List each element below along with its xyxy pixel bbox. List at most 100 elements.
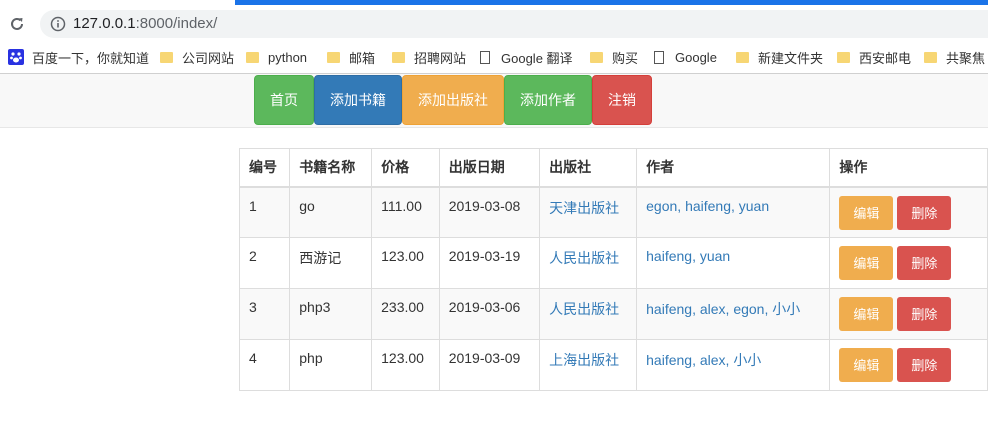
bookmark-label: python <box>268 49 308 65</box>
header-publisher: 出版社 <box>539 148 638 188</box>
add-author-button[interactable]: 添加作者 <box>504 75 592 125</box>
cell-id: 4 <box>238 339 291 391</box>
cell-actions: 编辑 删除 <box>829 237 988 289</box>
delete-button[interactable]: 删除 <box>897 348 952 382</box>
cell-id: 1 <box>238 186 291 238</box>
cell-actions: 编辑 删除 <box>829 186 988 238</box>
bookmark-label: 新建文件夹 <box>758 50 824 66</box>
cell-pub-date: 2019-03-06 <box>438 288 541 340</box>
cell-price: 111.00 <box>371 186 440 238</box>
authors-link[interactable]: haifeng, alex, 小小 <box>646 352 761 368</box>
add-publisher-button[interactable]: 添加出版社 <box>402 75 504 125</box>
folder-icon <box>924 51 937 63</box>
authors-link[interactable]: haifeng, yuan <box>646 248 730 264</box>
cell-price: 123.00 <box>371 339 440 391</box>
bookmark-python[interactable]: python <box>246 48 307 66</box>
bookmark-label: Google 翻译 <box>501 50 573 66</box>
edit-button[interactable]: 编辑 <box>839 348 894 382</box>
books-table: 编号 书籍名称 价格 出版日期 出版社 作者 操作 1 go 111.00 20… <box>238 148 988 391</box>
header-pub-date: 出版日期 <box>438 148 541 188</box>
publisher-link[interactable]: 天津出版社 <box>549 200 619 216</box>
cell-pub-date: 2019-03-09 <box>438 339 541 391</box>
cell-pub-date: 2019-03-08 <box>438 186 541 238</box>
folder-icon <box>392 51 405 63</box>
cell-publisher: 人民出版社 <box>539 288 638 340</box>
cell-actions: 编辑 删除 <box>829 339 988 391</box>
table-row: 2 西游记 123.00 2019-03-19 人民出版社 haifeng, y… <box>238 237 988 289</box>
url-path: :8000/index/ <box>135 15 218 32</box>
table-row: 1 go 111.00 2019-03-08 天津出版社 egon, haife… <box>238 186 988 238</box>
active-tab-indicator <box>235 0 988 5</box>
folder-icon <box>837 51 850 63</box>
cell-id: 2 <box>238 237 291 289</box>
edit-button[interactable]: 编辑 <box>839 195 894 230</box>
baidu-paw-icon <box>8 49 24 65</box>
bookmark-mail[interactable]: 邮箱 <box>327 48 375 66</box>
reload-icon[interactable] <box>8 15 26 33</box>
home-button[interactable]: 首页 <box>254 75 314 125</box>
bookmark-xupt[interactable]: 西安邮电 <box>837 48 911 66</box>
add-book-button[interactable]: 添加书籍 <box>314 75 402 125</box>
edit-button[interactable]: 编辑 <box>839 297 894 331</box>
bookmark-confocal[interactable]: 共聚焦 <box>924 48 985 66</box>
cell-book-name: go <box>289 186 373 238</box>
authors-link[interactable]: egon, haifeng, yuan <box>646 198 769 214</box>
address-bar-row: 127.0.0.1:8000/index/ <box>0 8 988 40</box>
bookmark-label: 购买 <box>612 50 639 66</box>
cell-book-name: php3 <box>289 288 373 340</box>
folder-icon <box>160 51 173 63</box>
cell-id: 3 <box>238 288 291 340</box>
cell-authors: egon, haifeng, yuan <box>636 186 831 238</box>
top-nav: 首页 添加书籍 添加出版社 添加作者 注销 <box>0 74 988 128</box>
edit-button[interactable]: 编辑 <box>839 246 894 280</box>
bookmark-label: 西安邮电 <box>859 50 912 66</box>
header-book-name: 书籍名称 <box>289 148 373 188</box>
bookmark-shopping[interactable]: 购买 <box>590 48 638 66</box>
omnibox[interactable]: 127.0.0.1:8000/index/ <box>40 10 988 38</box>
header-id: 编号 <box>238 148 291 188</box>
info-icon[interactable] <box>50 16 66 32</box>
bookmark-label: 公司网站 <box>182 50 235 66</box>
cell-book-name: 西游记 <box>289 237 373 289</box>
bookmark-label: 百度一下，你就知道 <box>32 50 150 66</box>
authors-link[interactable]: haifeng, alex, egon, 小小 <box>646 301 800 317</box>
url-text[interactable]: 127.0.0.1:8000/index/ <box>73 15 217 32</box>
bookmark-label: Google <box>675 49 717 65</box>
bookmark-company-site[interactable]: 公司网站 <box>160 48 234 66</box>
header-price: 价格 <box>371 148 440 188</box>
page-icon <box>654 50 664 64</box>
header-actions: 操作 <box>829 148 988 188</box>
publisher-link[interactable]: 上海出版社 <box>549 352 619 368</box>
folder-icon <box>327 51 340 63</box>
cell-price: 233.00 <box>371 288 440 340</box>
delete-button[interactable]: 删除 <box>897 297 952 331</box>
folder-icon <box>736 51 749 63</box>
publisher-link[interactable]: 人民出版社 <box>549 301 619 317</box>
delete-button[interactable]: 删除 <box>897 195 952 230</box>
table-row: 4 php 123.00 2019-03-09 上海出版社 haifeng, a… <box>238 339 988 391</box>
bookmark-google-translate[interactable]: Google 翻译 <box>480 48 573 66</box>
bookmark-label: 共聚焦 <box>946 50 986 66</box>
page-icon <box>480 50 490 64</box>
bookmark-google[interactable]: Google <box>654 48 717 66</box>
url-host: 127.0.0.1 <box>73 15 136 32</box>
cell-authors: haifeng, yuan <box>636 237 831 289</box>
folder-icon <box>246 51 259 63</box>
publisher-link[interactable]: 人民出版社 <box>549 250 619 266</box>
browser-tab-strip <box>0 0 988 8</box>
bookmark-label: 邮箱 <box>349 50 376 66</box>
bookmark-baidu[interactable]: 百度一下，你就知道 <box>8 48 149 66</box>
table-header-row: 编号 书籍名称 价格 出版日期 出版社 作者 操作 <box>238 148 988 188</box>
cell-actions: 编辑 删除 <box>829 288 988 340</box>
delete-button[interactable]: 删除 <box>897 246 952 280</box>
folder-icon <box>590 51 603 63</box>
cell-publisher: 上海出版社 <box>539 339 638 391</box>
logout-button[interactable]: 注销 <box>592 75 652 125</box>
bookmark-recruit[interactable]: 招聘网站 <box>392 48 466 66</box>
cell-publisher: 天津出版社 <box>539 186 638 238</box>
bookmark-new-folder[interactable]: 新建文件夹 <box>736 48 823 66</box>
bookmark-label: 招聘网站 <box>414 50 467 66</box>
cell-authors: haifeng, alex, 小小 <box>636 339 831 391</box>
cell-pub-date: 2019-03-19 <box>438 237 541 289</box>
cell-publisher: 人民出版社 <box>539 237 638 289</box>
